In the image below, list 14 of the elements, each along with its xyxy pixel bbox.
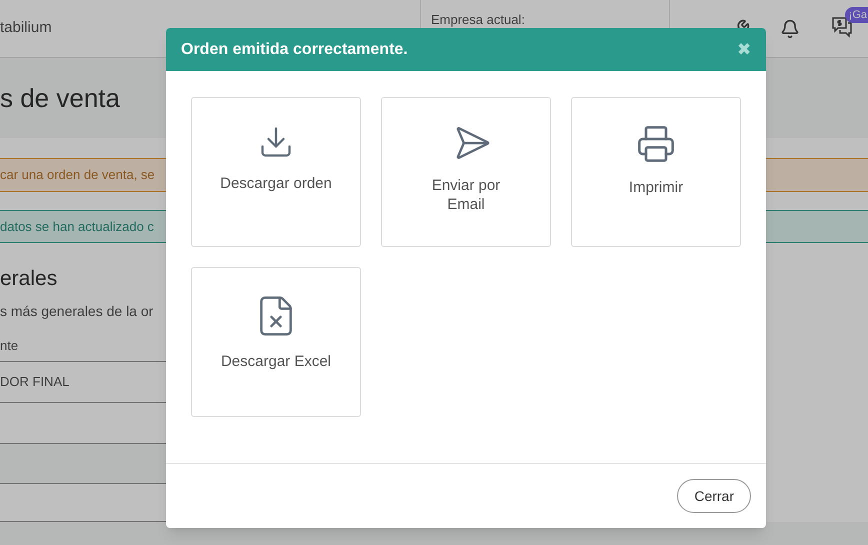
option-card[interactable]: Descargar orden [191,97,361,247]
section-title: erales [0,266,58,292]
promo-badge: ¡Ga [844,7,868,23]
close-dialog-button[interactable]: Cerrar [677,479,751,513]
dialog-title: Orden emitida correctamente. [181,40,408,60]
option-card[interactable]: Descargar Excel [191,267,361,417]
option-card[interactable]: Imprimir [571,97,741,247]
bell-icon[interactable] [780,18,800,38]
company-label: Empresa actual: [431,12,525,27]
section-subtitle: s más generales de la or [0,302,154,321]
option-card[interactable]: Enviar por Email [381,97,551,247]
brand-name: tabilium [0,18,52,38]
page-title: s de venta [0,82,120,114]
printer-icon [636,124,676,164]
